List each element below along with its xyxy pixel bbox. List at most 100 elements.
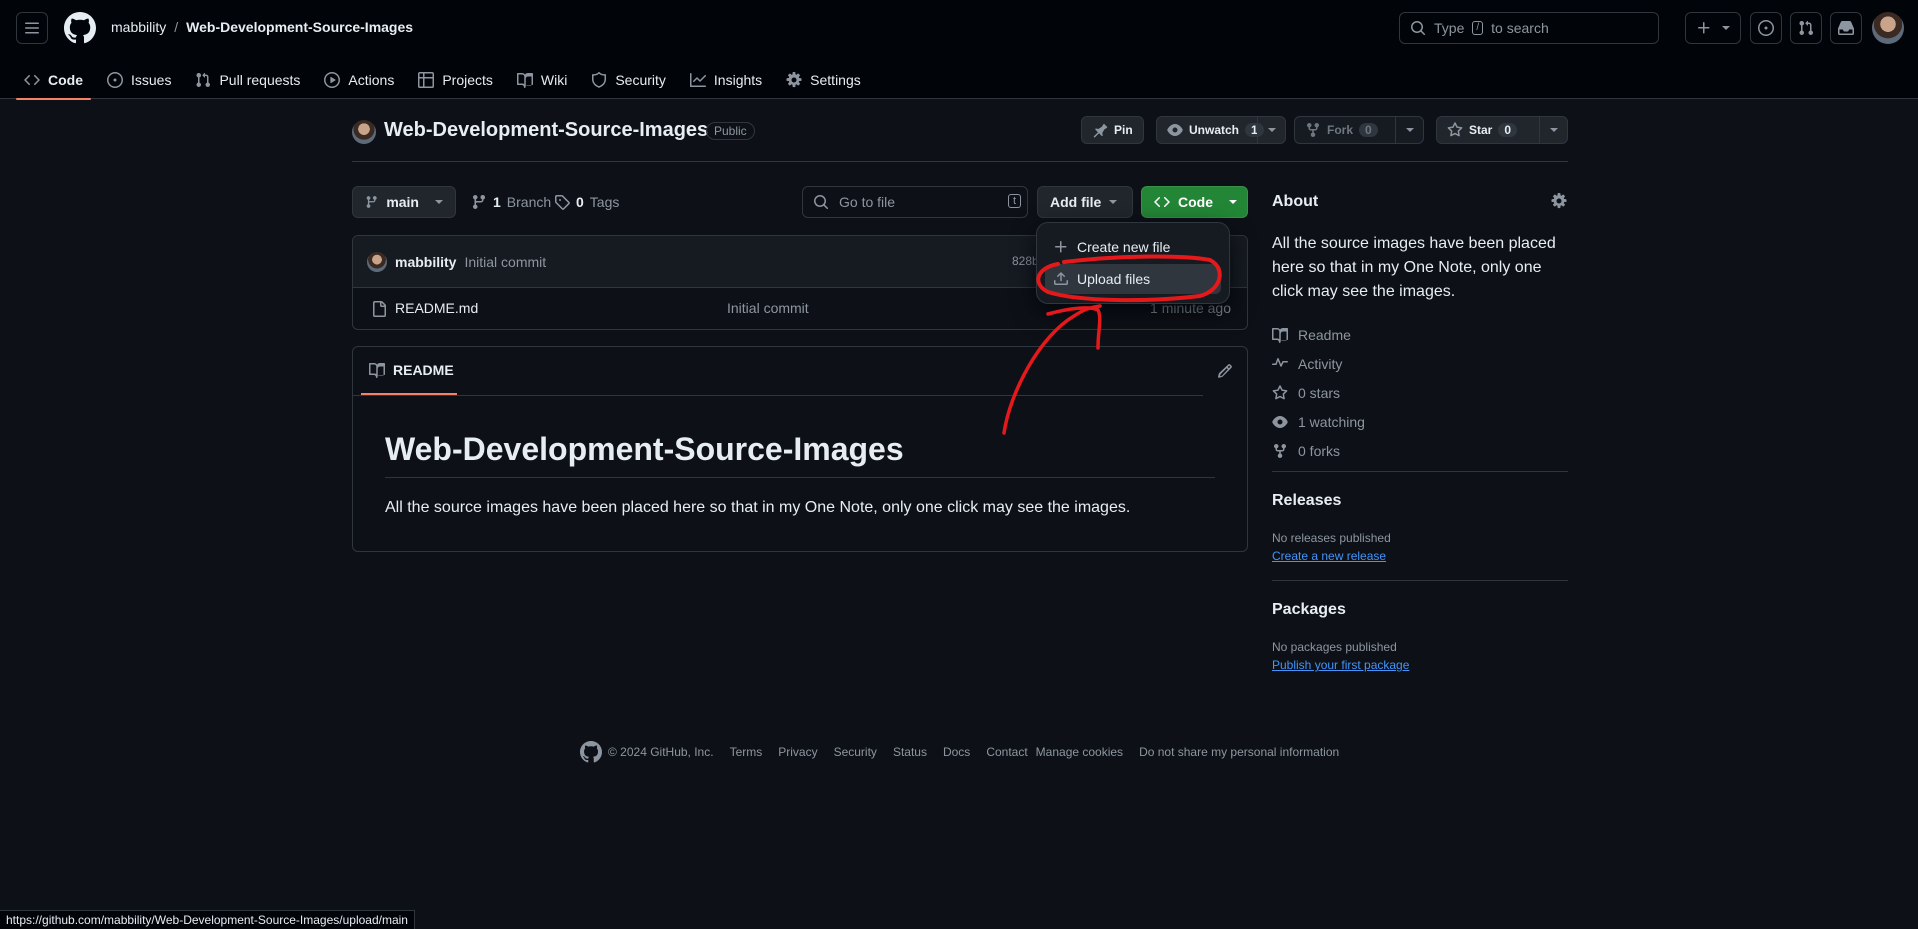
- menu-item-upload-files[interactable]: Upload files: [1045, 264, 1221, 294]
- tab-pull-requests-label: Pull requests: [219, 71, 301, 88]
- tab-settings[interactable]: Settings: [778, 60, 869, 99]
- search-shortcut-key: /: [1472, 21, 1484, 35]
- readme-tab[interactable]: README: [361, 347, 457, 395]
- issue-icon: [107, 71, 123, 88]
- unwatch-button[interactable]: Unwatch 1: [1156, 116, 1286, 144]
- create-release-link[interactable]: Create a new release: [1272, 549, 1386, 563]
- tab-code[interactable]: Code: [16, 60, 91, 100]
- inbox-button[interactable]: [1830, 12, 1862, 44]
- unwatch-dropdown[interactable]: [1257, 117, 1285, 143]
- play-icon: [324, 71, 341, 88]
- tab-projects[interactable]: Projects: [410, 60, 501, 99]
- sidebar-divider: [1272, 580, 1568, 581]
- add-file-label: Add file: [1050, 194, 1102, 210]
- pin-icon: [1093, 123, 1108, 138]
- tab-projects-label: Projects: [442, 71, 493, 88]
- footer-link-status[interactable]: Status: [893, 745, 927, 759]
- publish-package-link[interactable]: Publish your first package: [1272, 658, 1409, 672]
- about-item-forks[interactable]: 0 forks: [1272, 436, 1365, 465]
- about-item-label: 0 stars: [1298, 384, 1341, 401]
- readme-divider: [353, 395, 1203, 396]
- tab-issues[interactable]: Issues: [99, 60, 179, 99]
- sidebar-divider: [1272, 471, 1568, 472]
- star-dropdown[interactable]: [1539, 117, 1567, 143]
- footer-link-contact[interactable]: Contact: [986, 745, 1027, 759]
- graph-icon: [689, 72, 706, 87]
- github-logo-icon[interactable]: [64, 12, 96, 44]
- visibility-badge: Public: [706, 122, 755, 140]
- add-file-menu: Create new file Upload files: [1036, 222, 1230, 304]
- about-item-label: 0 forks: [1298, 442, 1341, 459]
- tab-wiki[interactable]: Wiki: [509, 60, 575, 99]
- eye-icon: [1272, 415, 1288, 428]
- owner-avatar[interactable]: [352, 120, 376, 144]
- about-title: About: [1272, 193, 1319, 210]
- branch-selector[interactable]: main: [352, 186, 456, 218]
- code-button[interactable]: Code: [1141, 186, 1248, 218]
- breadcrumb-owner-link[interactable]: mabbility: [111, 19, 166, 35]
- footer-link-do-not-share[interactable]: Do not share my personal information: [1139, 745, 1339, 759]
- plus-icon: [1055, 241, 1067, 253]
- footer-link-docs[interactable]: Docs: [943, 745, 970, 759]
- file-icon: [373, 300, 386, 317]
- readme-heading: Web-Development-Source-Images: [385, 431, 904, 467]
- tab-security[interactable]: Security: [583, 60, 674, 99]
- book-icon: [1272, 327, 1288, 343]
- breadcrumb-repo-link[interactable]: Web-Development-Source-Images: [186, 19, 413, 35]
- commit-author-avatar[interactable]: [367, 251, 387, 272]
- footer-link-privacy[interactable]: Privacy: [778, 745, 817, 759]
- commit-author[interactable]: mabbility: [395, 254, 456, 270]
- fork-dropdown[interactable]: [1395, 117, 1423, 143]
- shield-icon: [592, 71, 607, 88]
- pin-button[interactable]: Pin: [1081, 116, 1144, 144]
- about-item-stars[interactable]: 0 stars: [1272, 378, 1365, 407]
- footer-link-terms[interactable]: Terms: [730, 745, 763, 759]
- issues-button[interactable]: [1750, 12, 1782, 44]
- packages-status: No packages published: [1272, 640, 1397, 654]
- tab-insights[interactable]: Insights: [682, 60, 770, 99]
- tab-pull-requests[interactable]: Pull requests: [187, 60, 308, 99]
- footer-link-security[interactable]: Security: [834, 745, 877, 759]
- menu-item-create-new-file[interactable]: Create new file: [1045, 232, 1221, 262]
- commit-message[interactable]: Initial commit: [464, 254, 546, 270]
- releases-title[interactable]: Releases: [1272, 492, 1341, 510]
- copyright-text: © 2024 GitHub, Inc.: [608, 745, 714, 759]
- about-item-readme[interactable]: Readme: [1272, 320, 1365, 349]
- table-icon: [418, 71, 435, 88]
- tags-link[interactable]: 0 Tags: [554, 194, 619, 210]
- branches-link[interactable]: 1 Branch: [471, 194, 551, 210]
- star-icon: [1272, 384, 1288, 399]
- user-avatar[interactable]: [1872, 12, 1904, 44]
- edit-readme-button[interactable]: [1217, 363, 1233, 382]
- gear-icon: [786, 71, 802, 87]
- edit-about-button[interactable]: [1551, 193, 1567, 212]
- fork-button[interactable]: Fork 0: [1294, 116, 1424, 144]
- branch-label: Branch: [506, 194, 552, 210]
- pull-requests-button[interactable]: [1790, 12, 1822, 44]
- go-to-file-placeholder: Go to file: [839, 194, 896, 210]
- releases-status: No releases published: [1272, 531, 1391, 545]
- create-new-button[interactable]: [1685, 12, 1741, 44]
- code-button-label: Code: [1178, 194, 1213, 210]
- search-placeholder-prefix: Type: [1434, 20, 1465, 36]
- tab-actions[interactable]: Actions: [316, 60, 402, 99]
- footer-link-manage-cookies[interactable]: Manage cookies: [1036, 745, 1123, 759]
- file-name-link[interactable]: README.md: [395, 300, 478, 316]
- hamburger-menu-button[interactable]: [16, 12, 48, 44]
- packages-title[interactable]: Packages: [1272, 601, 1346, 619]
- about-item-watching[interactable]: 1 watching: [1272, 407, 1365, 436]
- star-button[interactable]: Star 0: [1436, 116, 1568, 144]
- about-description: All the source images have been placed h…: [1272, 235, 1556, 300]
- commit-sha[interactable]: 828b: [1012, 254, 1039, 268]
- book-icon: [369, 363, 385, 378]
- search-placeholder-suffix: to search: [1491, 20, 1549, 36]
- menu-item-label: Create new file: [1077, 239, 1171, 255]
- add-file-button[interactable]: Add file: [1037, 186, 1133, 218]
- go-to-file-input[interactable]: Go to file t: [802, 186, 1028, 218]
- repo-name[interactable]: Web-Development-Source-Images: [384, 119, 708, 142]
- file-commit-message[interactable]: Initial commit: [727, 300, 809, 316]
- menu-item-label: Upload files: [1077, 271, 1151, 287]
- github-logo-icon[interactable]: [580, 741, 602, 763]
- about-item-activity[interactable]: Activity: [1272, 349, 1365, 378]
- global-search-input[interactable]: Type / to search: [1399, 12, 1659, 44]
